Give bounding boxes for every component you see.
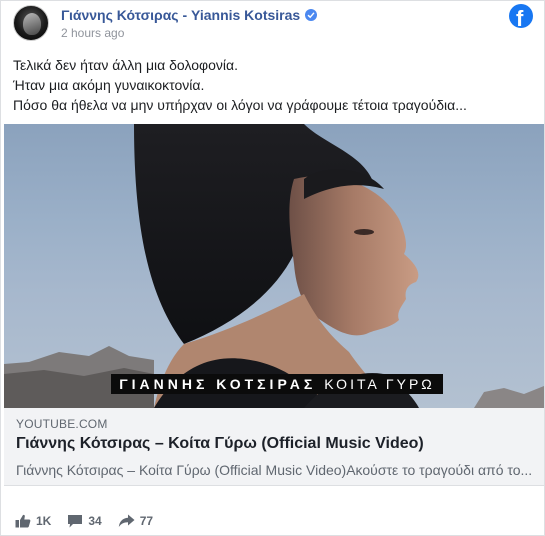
- engagement-bar: 1K 34 77: [15, 509, 169, 533]
- post-timestamp[interactable]: 2 hours ago: [61, 26, 124, 40]
- video-thumbnail[interactable]: ΓΙΑΝΝΗΣ ΚΟΤΣΙΡΑΣ ΚΟΙΤΑ ΓΥΡΩ: [4, 124, 544, 408]
- share-button[interactable]: 77: [118, 514, 153, 528]
- overlay-artist: ΓΙΑΝΝΗΣ ΚΟΤΣΙΡΑΣ: [119, 376, 317, 392]
- post-message: Τελικά δεν ήταν άλλη μια δολοφονία. Ήταν…: [13, 55, 533, 115]
- share-count: 77: [139, 514, 154, 528]
- post-header: Γιάννης Κότσιρας - Yiannis Kotsiras 2 ho…: [13, 3, 533, 43]
- overlay-song: ΚΟΙΤΑ ΓΥΡΩ: [324, 376, 435, 392]
- like-button[interactable]: 1K: [15, 514, 51, 528]
- page-name-row: Γιάννης Κότσιρας - Yiannis Kotsiras: [61, 6, 318, 24]
- comment-button[interactable]: 34: [67, 514, 102, 528]
- page-name-link[interactable]: Γιάννης Κότσιρας - Yiannis Kotsiras: [61, 7, 300, 23]
- link-preview[interactable]: YOUTUBE.COM Γιάννης Κότσιρας – Κοίτα Γύρ…: [4, 408, 544, 486]
- video-title-overlay: ΓΙΑΝΝΗΣ ΚΟΤΣΙΡΑΣ ΚΟΙΤΑ ΓΥΡΩ: [111, 374, 443, 394]
- post-text-line: Ήταν μια ακόμη γυναικοκτονία.: [13, 77, 205, 93]
- comment-icon: [68, 515, 83, 528]
- post-text-line: Τελικά δεν ήταν άλλη μια δολοφονία.: [13, 57, 238, 73]
- post-text-line: Πόσο θα ήθελα να μην υπήρχαν οι λόγοι να…: [13, 97, 467, 113]
- link-title[interactable]: Γιάννης Κότσιρας – Κοίτα Γύρω (Official …: [16, 435, 424, 453]
- share-arrow-icon: [118, 514, 135, 527]
- thumbs-up-icon: [15, 514, 31, 528]
- verified-badge-icon: [305, 9, 318, 21]
- facebook-logo-icon[interactable]: f: [509, 4, 533, 31]
- link-description: Γιάννης Κότσιρας – Κοίτα Γύρω (Official …: [16, 462, 533, 478]
- video-thumbnail-image: [4, 124, 544, 408]
- link-domain: YOUTUBE.COM: [16, 417, 108, 431]
- comment-count: 34: [88, 514, 102, 528]
- page-avatar[interactable]: [13, 5, 49, 41]
- like-count: 1K: [36, 514, 52, 528]
- facebook-post-embed: Γιάννης Κότσιρας - Yiannis Kotsiras 2 ho…: [0, 0, 545, 536]
